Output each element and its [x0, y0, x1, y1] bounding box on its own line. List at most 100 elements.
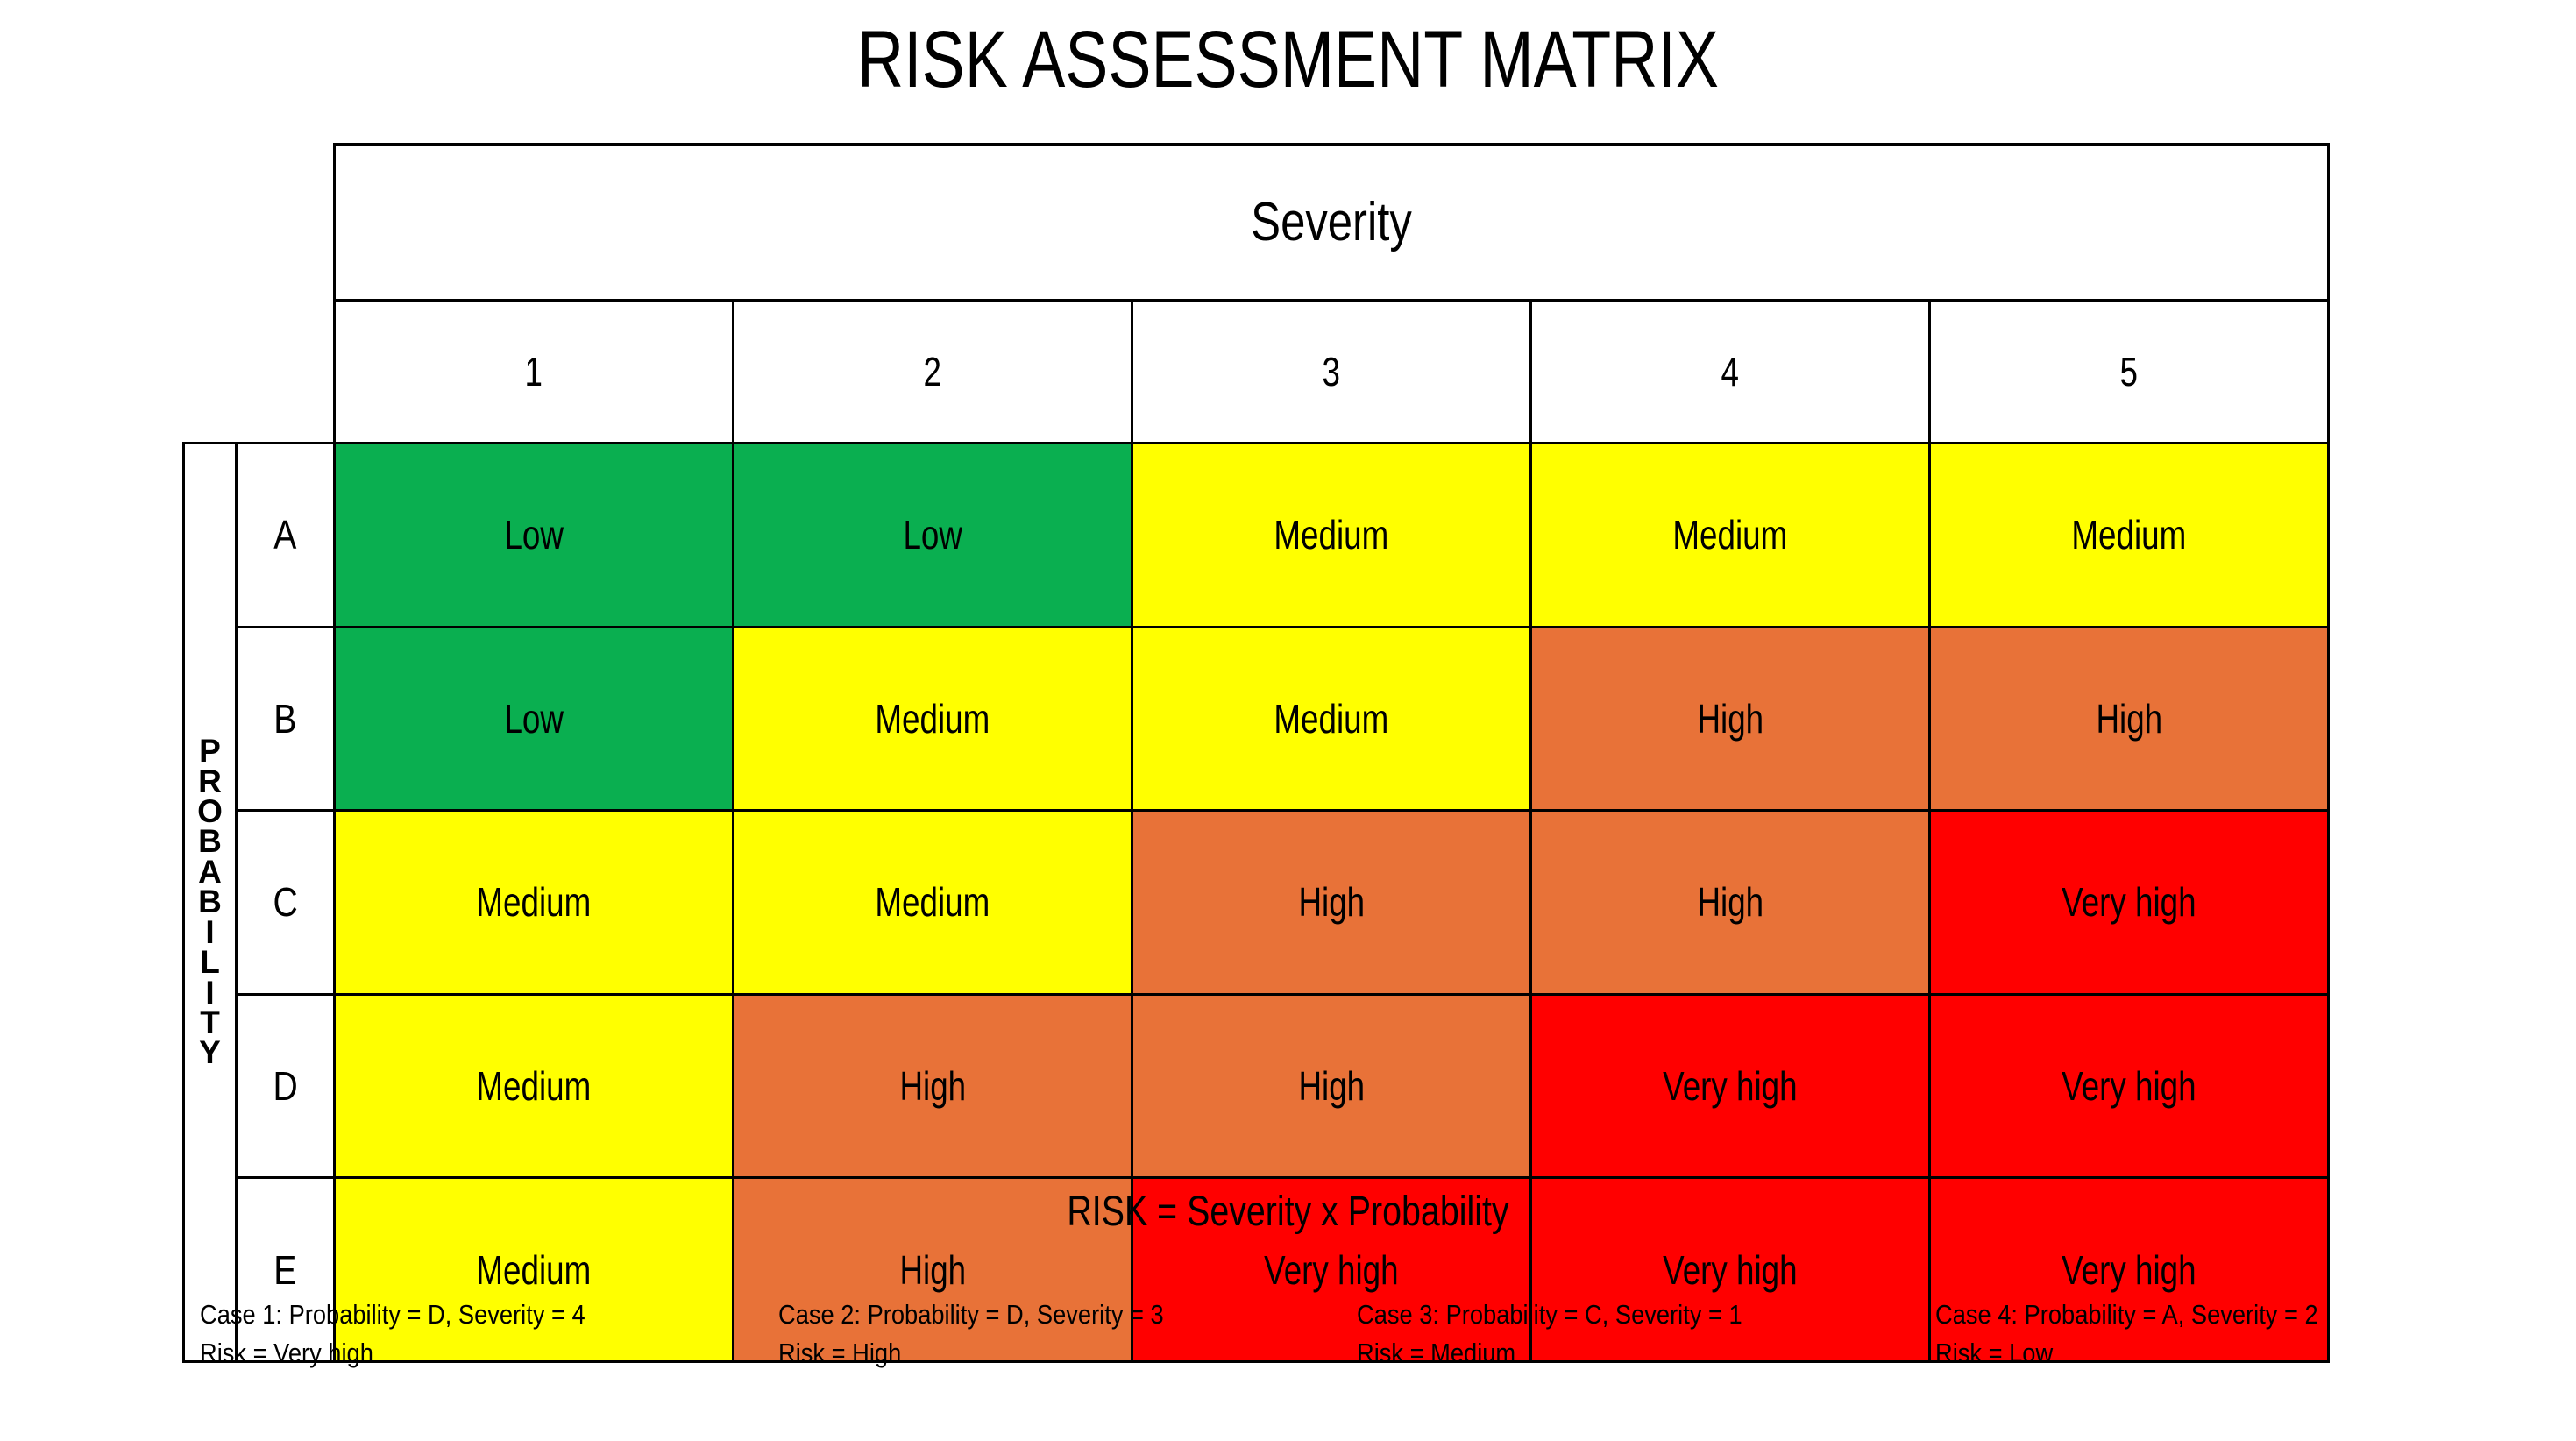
cell-a3[interactable]: Medium — [1131, 442, 1532, 628]
cell-d3-label: High — [1298, 1063, 1365, 1110]
cell-b4[interactable]: High — [1529, 625, 1931, 813]
probability-axis-letter: R — [198, 763, 222, 799]
cell-c4-label: High — [1697, 879, 1763, 926]
case-note-3-line2: Risk = Medium — [1357, 1338, 1516, 1369]
cell-c2[interactable]: Medium — [732, 809, 1133, 996]
case-note-4-line1: Case 4: Probability = A, Severity = 2 — [1935, 1299, 2318, 1330]
severity-level-5: 5 — [1928, 299, 2330, 444]
probability-axis-letter: I — [205, 913, 215, 950]
cell-e5-label: Very high — [2062, 1246, 2196, 1293]
cell-d2[interactable]: High — [732, 992, 1133, 1180]
cell-d5[interactable]: Very high — [1928, 992, 2330, 1180]
severity-level-4-label: 4 — [1721, 349, 1740, 394]
cell-e2-label: High — [899, 1246, 966, 1293]
probability-axis-letter: T — [200, 1004, 220, 1040]
case-note-2-line1: Case 2: Probability = D, Severity = 3 — [778, 1299, 1164, 1330]
risk-matrix: Severity 1 2 3 4 5 PROBABILITY A Low Low… — [182, 143, 2330, 1363]
cell-d4[interactable]: Very high — [1529, 992, 1931, 1180]
cell-c3-label: High — [1298, 879, 1365, 926]
severity-level-1: 1 — [333, 299, 734, 444]
probability-level-b: B — [235, 625, 336, 813]
cell-a4[interactable]: Medium — [1529, 442, 1931, 628]
cell-e3-label: Very high — [1264, 1246, 1399, 1293]
case-note-1-line2: Risk = Very high — [200, 1338, 373, 1369]
cell-b1-label: Low — [504, 695, 564, 742]
cell-a1-label: Low — [504, 512, 564, 558]
cell-c2-label: Medium — [875, 879, 990, 926]
matrix-row-c: C Medium Medium High High Very high — [184, 809, 2330, 996]
severity-levels-row: 1 2 3 4 5 — [184, 299, 2330, 444]
cell-d1-label: Medium — [476, 1063, 592, 1110]
cell-d5-label: Very high — [2062, 1063, 2196, 1110]
probability-axis-letter: P — [199, 733, 221, 770]
risk-formula: RISK = Severity x Probability — [0, 1188, 2576, 1236]
page-title: RISK ASSESSMENT MATRIX — [857, 15, 1719, 104]
risk-matrix-body: Severity 1 2 3 4 5 PROBABILITY A Low Low… — [182, 143, 2330, 1363]
corner-spacer-top — [184, 145, 237, 301]
cell-c5-label: Very high — [2062, 879, 2196, 926]
corner-spacer-mid — [184, 301, 237, 444]
case-notes: Case 1: Probability = D, Severity = 4 Ri… — [200, 1295, 2514, 1373]
cell-b4-label: High — [1697, 695, 1763, 742]
probability-level-c-label: C — [273, 879, 298, 926]
cell-a1[interactable]: Low — [333, 442, 734, 628]
probability-level-a: A — [235, 442, 336, 628]
cell-a2-label: Low — [903, 512, 962, 558]
probability-axis-letter: A — [198, 853, 222, 890]
cell-b2-label: Medium — [875, 695, 990, 742]
cell-b1[interactable]: Low — [333, 625, 734, 813]
matrix-row-a: PROBABILITY A Low Low Medium Medium Medi… — [182, 442, 2330, 1363]
risk-matrix-table: Severity 1 2 3 4 5 PROBABILITY A Low Low… — [182, 143, 2330, 1363]
cell-d1[interactable]: Medium — [333, 992, 734, 1180]
severity-header-row: Severity — [184, 143, 2330, 302]
probability-axis-letter: B — [198, 884, 222, 920]
probability-level-a-label: A — [273, 512, 297, 558]
cell-a3-label: Medium — [1274, 512, 1389, 558]
probability-axis-letter: B — [198, 823, 222, 860]
severity-level-2: 2 — [732, 299, 1133, 444]
severity-level-5-label: 5 — [2119, 349, 2139, 394]
cell-b3-label: Medium — [1274, 695, 1389, 742]
matrix-row-d: D Medium High High Very high Very high — [184, 992, 2330, 1180]
cell-e4-label: Very high — [1663, 1246, 1798, 1293]
probability-axis-letter: Y — [199, 1034, 221, 1071]
case-note-3: Case 3: Probability = C, Severity = 1 Ri… — [1357, 1295, 1935, 1373]
cell-a2[interactable]: Low — [732, 442, 1133, 628]
severity-level-4: 4 — [1529, 299, 1931, 444]
cell-b5[interactable]: High — [1928, 625, 2330, 813]
risk-formula-label: RISK = Severity x Probability — [1067, 1189, 1509, 1235]
cell-e1-label: Medium — [476, 1246, 592, 1293]
case-note-2-line2: Risk = High — [778, 1338, 902, 1369]
cell-c5[interactable]: Very high — [1928, 809, 2330, 996]
cell-c4[interactable]: High — [1529, 809, 1931, 996]
cell-c1-label: Medium — [476, 879, 592, 926]
cell-c1[interactable]: Medium — [333, 809, 734, 996]
cell-d4-label: Very high — [1663, 1063, 1798, 1110]
case-note-1: Case 1: Probability = D, Severity = 4 Ri… — [200, 1295, 778, 1373]
cell-d3[interactable]: High — [1131, 992, 1532, 1180]
cell-a5-label: Medium — [2071, 512, 2187, 558]
probability-axis-letter: L — [200, 944, 220, 981]
severity-level-3: 3 — [1131, 299, 1532, 444]
probability-level-c: C — [235, 809, 336, 996]
case-note-1-line1: Case 1: Probability = D, Severity = 4 — [200, 1299, 585, 1330]
cell-a5[interactable]: Medium — [1928, 442, 2330, 628]
cell-d2-label: High — [899, 1063, 966, 1110]
case-note-4: Case 4: Probability = A, Severity = 2 Ri… — [1935, 1295, 2514, 1373]
probability-level-b-label: B — [273, 695, 297, 742]
corner-spacer-mid2 — [237, 301, 335, 444]
cell-b5-label: High — [2096, 695, 2162, 742]
case-note-3-line1: Case 3: Probability = C, Severity = 1 — [1357, 1299, 1742, 1330]
severity-axis-label: Severity — [1251, 192, 1412, 252]
probability-level-d: D — [235, 992, 336, 1180]
cell-a4-label: Medium — [1672, 512, 1788, 558]
cell-b3[interactable]: Medium — [1131, 625, 1532, 813]
severity-level-3-label: 3 — [1322, 349, 1341, 394]
cell-b2[interactable]: Medium — [732, 625, 1133, 813]
severity-axis-header: Severity — [333, 143, 2330, 302]
matrix-row-b: B Low Medium Medium High High — [184, 625, 2330, 813]
cell-c3[interactable]: High — [1131, 809, 1532, 996]
probability-level-d-label: D — [273, 1063, 298, 1110]
corner-spacer-top2 — [237, 145, 335, 301]
severity-level-2-label: 2 — [923, 349, 942, 394]
